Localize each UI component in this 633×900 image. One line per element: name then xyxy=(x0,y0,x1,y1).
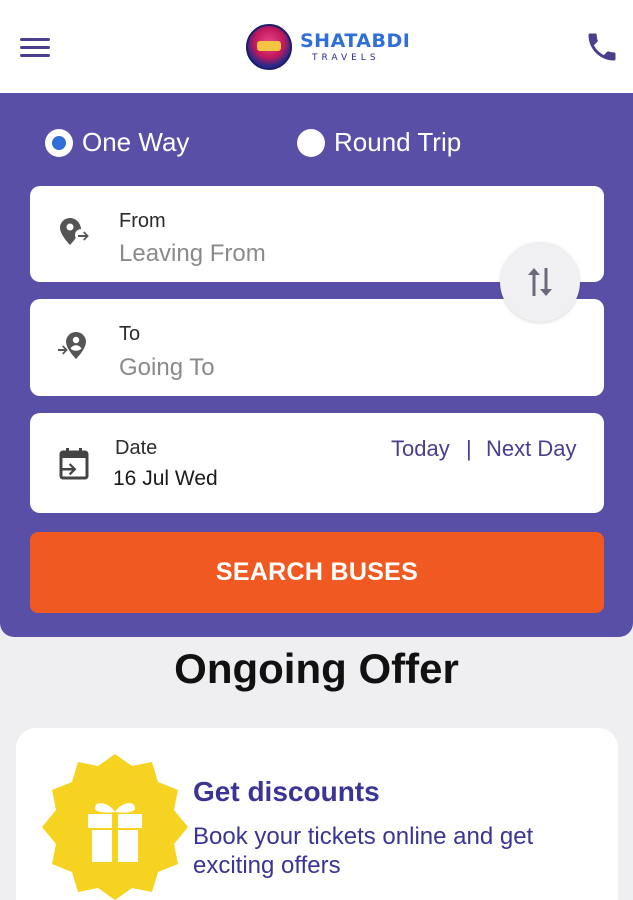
offer-title: Get discounts xyxy=(193,776,380,807)
phone-icon[interactable] xyxy=(584,29,620,65)
swap-vertical-icon[interactable] xyxy=(500,242,580,322)
date-separator: | xyxy=(466,436,472,461)
depart-location-icon xyxy=(56,214,92,250)
radio-button-unchecked[interactable] xyxy=(297,128,325,157)
brand-logo[interactable]: SHATABDI TRAVELS xyxy=(246,22,410,72)
radio-button-checked[interactable] xyxy=(45,128,73,157)
date-title: Date xyxy=(115,437,158,459)
date-value[interactable]: 16 Jul Wed xyxy=(113,467,218,491)
gift-icon xyxy=(42,754,188,900)
calendar-icon xyxy=(56,446,92,482)
logo-emblem xyxy=(246,24,292,70)
one-way-radio[interactable]: One Way xyxy=(45,127,189,158)
one-way-label: One Way xyxy=(82,127,190,157)
to-input[interactable]: Going To xyxy=(119,354,215,382)
round-trip-radio[interactable]: Round Trip xyxy=(297,127,461,158)
app-header: SHATABDI TRAVELS xyxy=(0,0,633,93)
round-trip-label: Round Trip xyxy=(334,127,462,157)
today-link[interactable]: Today xyxy=(391,436,450,462)
logo-subtitle: TRAVELS xyxy=(312,53,380,63)
hamburger-menu-icon[interactable] xyxy=(18,34,52,60)
search-buses-button[interactable]: SEARCH BUSES xyxy=(30,532,604,613)
offer-card[interactable]: Get discounts Book your tickets online a… xyxy=(16,728,618,900)
from-input[interactable]: Leaving From xyxy=(119,240,266,268)
next-day-link[interactable]: Next Day xyxy=(486,436,576,462)
logo-name: SHATABDI xyxy=(300,30,411,52)
arrive-location-icon xyxy=(56,328,92,364)
search-panel: One Way Round Trip From Leaving From To xyxy=(0,93,633,637)
offer-description: Book your tickets online and get excitin… xyxy=(193,823,534,879)
date-field[interactable]: Date 16 Jul Wed Today | Next Day xyxy=(30,413,604,513)
to-title: To xyxy=(119,323,141,345)
from-title: From xyxy=(119,210,166,232)
offer-section-heading: Ongoing Offer xyxy=(174,645,459,692)
